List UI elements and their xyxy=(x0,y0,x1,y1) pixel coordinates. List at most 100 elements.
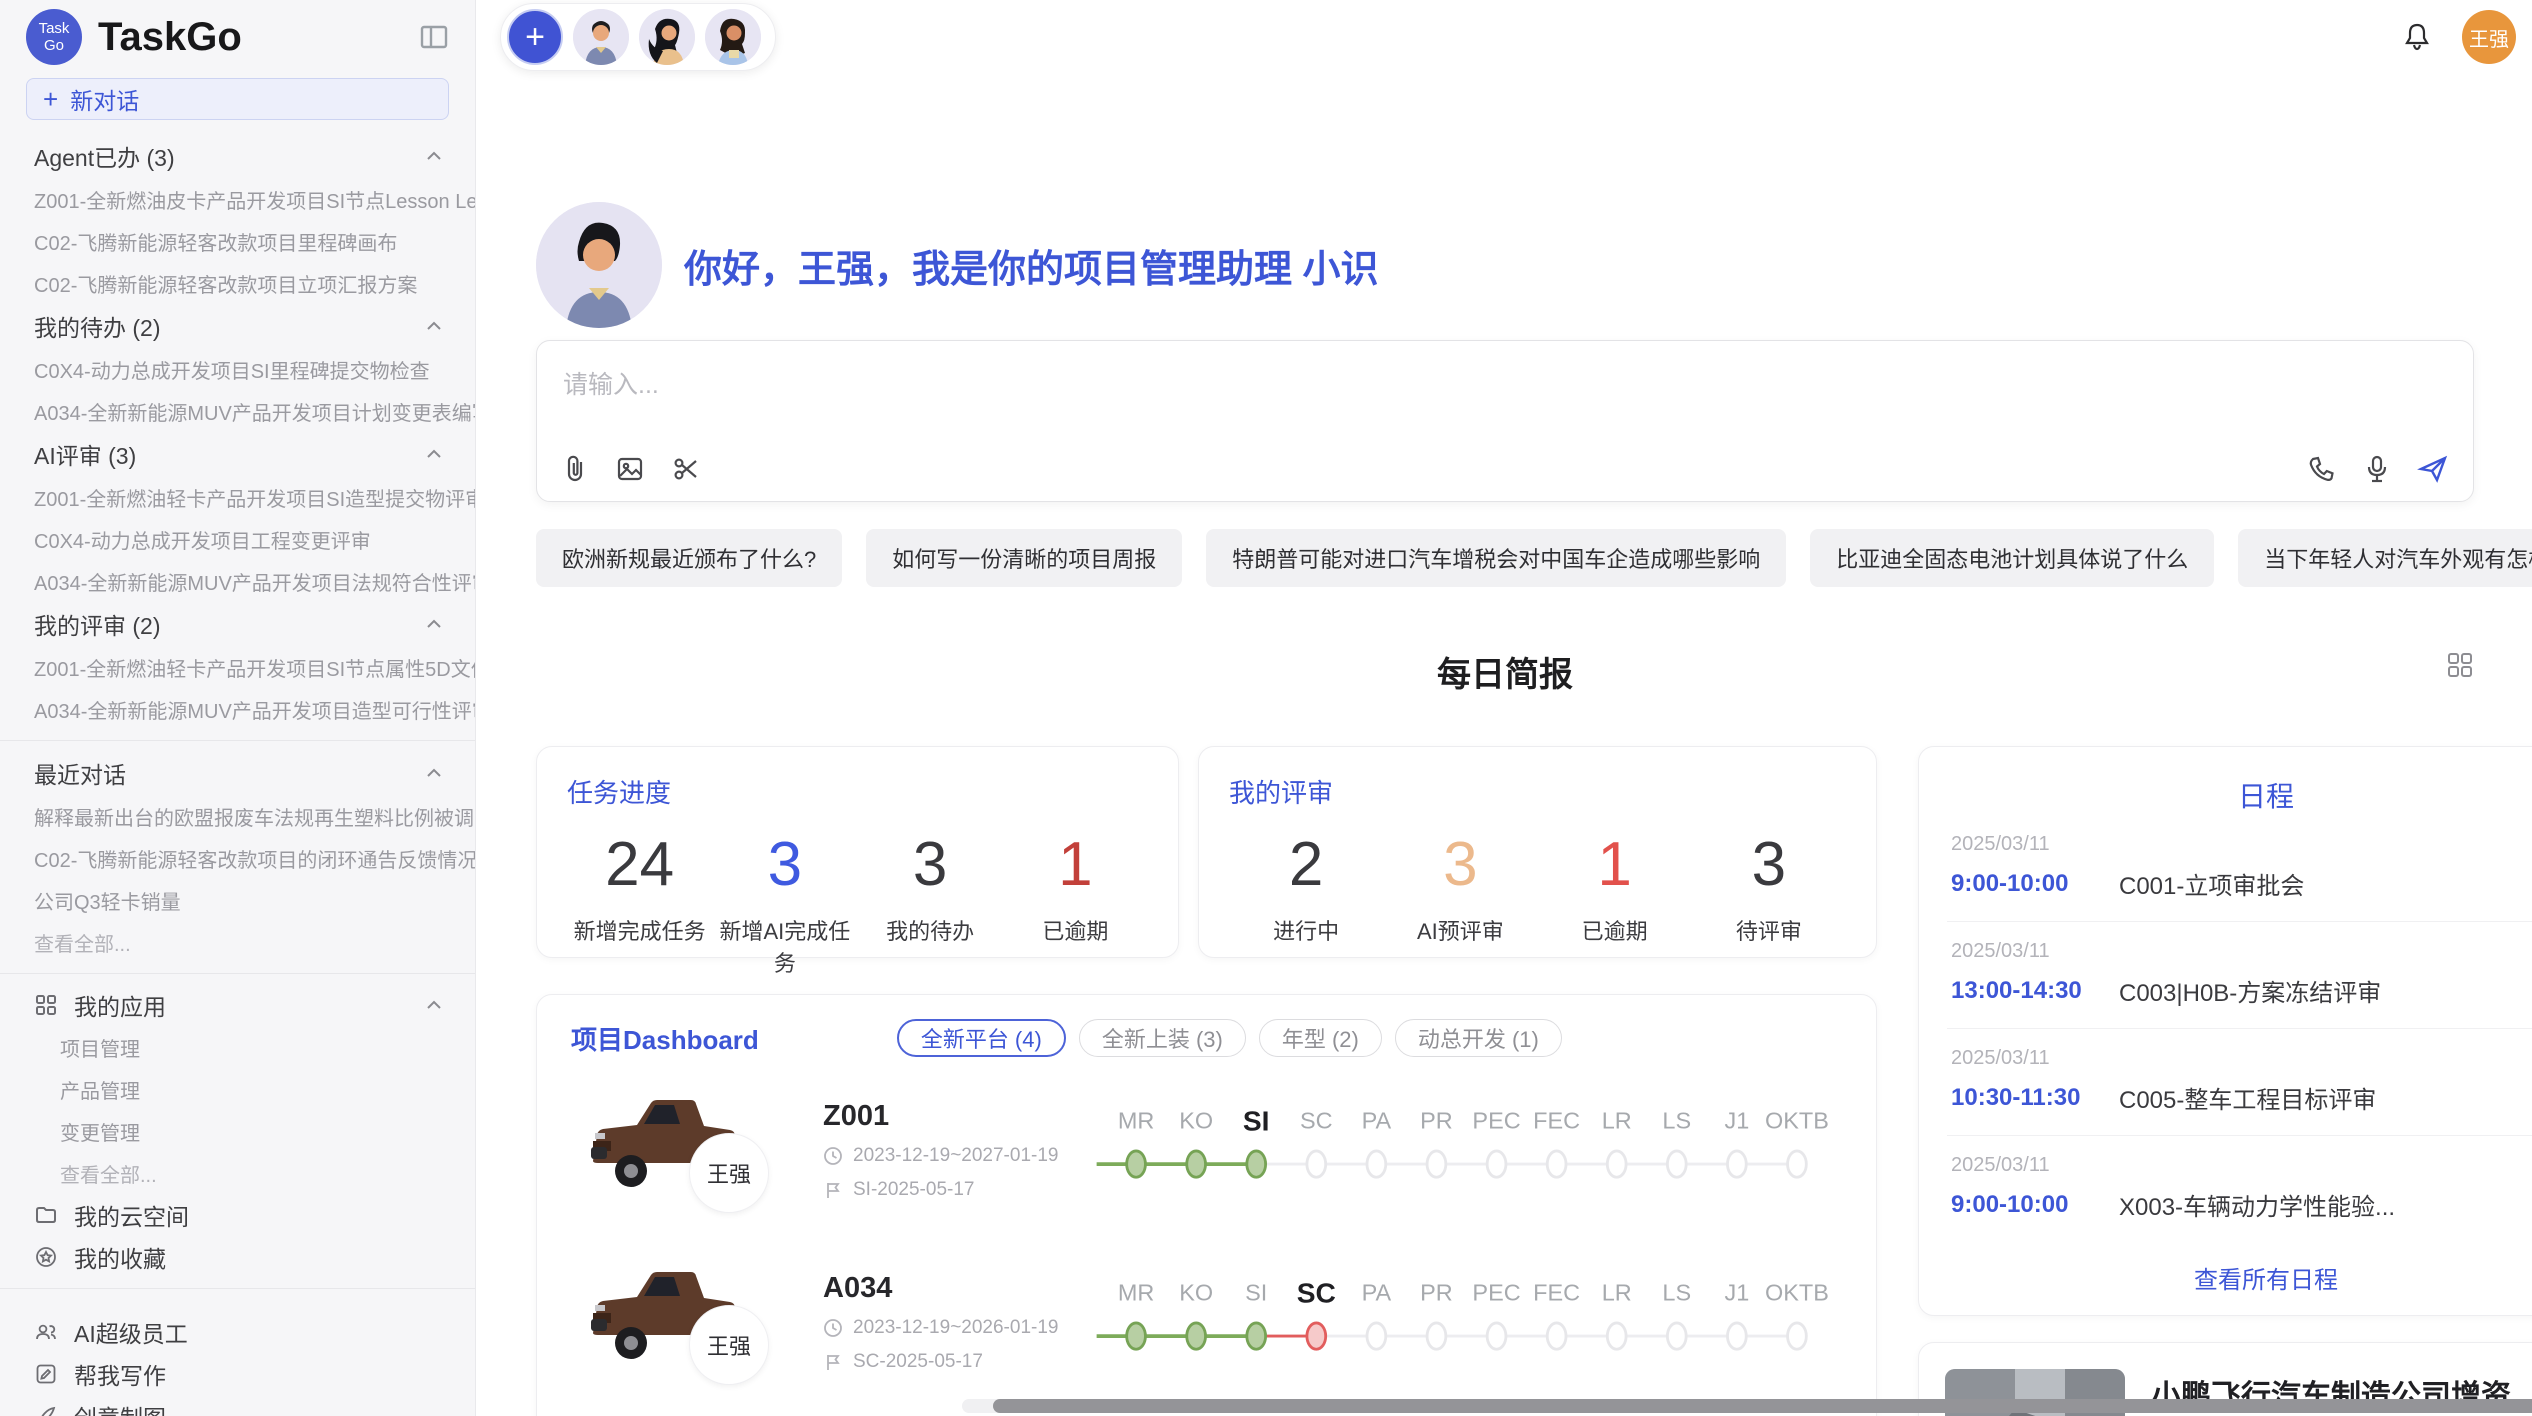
svg-text:OKTB: OKTB xyxy=(1765,1279,1829,1305)
image-upload-icon[interactable] xyxy=(615,454,645,484)
list-item[interactable]: C0X4-动力总成开发项目工程变更评审 xyxy=(0,518,475,560)
agent-avatar[interactable] xyxy=(705,9,761,65)
chevron-up-icon[interactable] xyxy=(423,145,445,167)
clock-icon xyxy=(823,1146,843,1166)
sidebar-item-help-write[interactable]: 帮我写作 xyxy=(0,1353,475,1395)
project-name[interactable]: Z001 xyxy=(823,1100,1091,1133)
scissors-icon[interactable] xyxy=(671,454,701,484)
view-all-apps[interactable]: 查看全部... xyxy=(0,1152,475,1194)
project-owner-avatar[interactable]: 王强 xyxy=(689,1305,769,1385)
horizontal-scrollbar-thumb[interactable] xyxy=(993,1399,2532,1413)
plus-icon: + xyxy=(43,84,58,115)
project-row[interactable]: 王强 Z001 2023-12-19~2027-01-19 SI-2025-05… xyxy=(571,1071,1842,1229)
star-badge-icon xyxy=(32,1245,60,1269)
daily-brief-header: 每日简报 xyxy=(536,647,2474,696)
stat-value: 3 xyxy=(1692,832,1846,898)
section-my-todo[interactable]: 我的待办 (2) xyxy=(0,304,475,348)
user-avatar[interactable]: 王强 xyxy=(2462,10,2516,64)
stat-value: 3 xyxy=(858,832,1003,898)
sidebar-item-ai-staff[interactable]: AI超级员工 xyxy=(0,1311,475,1353)
filter-tab[interactable]: 动总开发 (1) xyxy=(1395,1019,1562,1057)
filter-tab[interactable]: 全新上装 (3) xyxy=(1079,1019,1246,1057)
list-item[interactable]: A034-全新新能源MUV产品开发项目法规符合性评审 xyxy=(0,560,475,602)
list-item[interactable]: C0X4-动力总成开发项目SI里程碑提交物检查 xyxy=(0,348,475,390)
suggestion-chip[interactable]: 比亚迪全固态电池计划具体说了什么 xyxy=(1810,529,2214,587)
layout-grid-icon[interactable] xyxy=(2446,651,2474,679)
stat[interactable]: 1 已逾期 xyxy=(1538,832,1692,946)
chevron-up-icon[interactable] xyxy=(423,443,445,465)
list-item[interactable]: A034-全新新能源MUV产品开发项目造型可行性评审 xyxy=(0,688,475,730)
list-item[interactable]: A034-全新新能源MUV产品开发项目计划变更表编写 xyxy=(0,390,475,432)
filter-tab[interactable]: 全新平台 (4) xyxy=(897,1019,1066,1057)
filter-tab[interactable]: 年型 (2) xyxy=(1259,1019,1382,1057)
stat[interactable]: 3 新增AI完成任务 xyxy=(712,832,857,978)
project-flag-milestone: SI-2025-05-17 xyxy=(853,1179,974,1201)
divider xyxy=(0,740,475,741)
project-owner-avatar[interactable]: 王强 xyxy=(689,1133,769,1213)
app-link-product-mgmt[interactable]: 产品管理 xyxy=(0,1068,475,1110)
section-my-review[interactable]: 我的评审 (2) xyxy=(0,602,475,646)
sidebar-item-creative-draw[interactable]: 创意制图 xyxy=(0,1395,475,1416)
stat-label: 我的待办 xyxy=(858,914,1003,946)
svg-text:LR: LR xyxy=(1602,1107,1632,1133)
list-item[interactable]: 公司Q3轻卡销量 xyxy=(0,879,475,921)
svg-text:SC: SC xyxy=(1300,1107,1333,1133)
flag-icon xyxy=(823,1180,843,1200)
app-link-change-mgmt[interactable]: 变更管理 xyxy=(0,1110,475,1152)
sidebar-item-favorites[interactable]: 我的收藏 xyxy=(0,1236,475,1278)
agent-avatar[interactable] xyxy=(573,9,629,65)
send-icon[interactable] xyxy=(2417,453,2449,485)
sidebar-item-my-apps[interactable]: 我的应用 xyxy=(0,984,475,1026)
list-item[interactable]: C02-飞腾新能源轻客改款项目的闭环通告反馈情况 xyxy=(0,837,475,879)
view-all-schedule-link[interactable]: 查看所有日程 xyxy=(1947,1260,2532,1295)
stat[interactable]: 3 待评审 xyxy=(1692,832,1846,946)
sidebar-item-cloud-space[interactable]: 我的云空间 xyxy=(0,1194,475,1236)
svg-text:PA: PA xyxy=(1362,1279,1392,1305)
list-item[interactable]: C02-飞腾新能源轻客改款项目里程碑画布 xyxy=(0,220,475,262)
stat[interactable]: 3 AI预评审 xyxy=(1383,832,1537,946)
section-agent-done[interactable]: Agent已办 (3) xyxy=(0,134,475,178)
stat[interactable]: 24 新增完成任务 xyxy=(567,832,712,978)
project-name[interactable]: A034 xyxy=(823,1272,1091,1305)
project-row[interactable]: 王强 A034 2023-12-19~2026-01-19 SC-2025-05… xyxy=(571,1243,1842,1401)
new-chat-button[interactable]: + 新对话 xyxy=(26,78,449,120)
chevron-up-icon[interactable] xyxy=(423,762,445,784)
list-item[interactable]: 解释最新出台的欧盟报废车法规再生塑料比例被调至15%... xyxy=(0,795,475,837)
collapse-sidebar-icon[interactable] xyxy=(419,22,449,52)
chevron-up-icon[interactable] xyxy=(423,613,445,635)
svg-text:LS: LS xyxy=(1662,1279,1691,1305)
suggestion-chip[interactable]: 特朗普可能对进口汽车增税会对中国车企造成哪些影响 xyxy=(1206,529,1786,587)
view-all-chats[interactable]: 查看全部... xyxy=(0,921,475,963)
list-item[interactable]: C02-飞腾新能源轻客改款项目立项汇报方案 xyxy=(0,262,475,304)
section-recent-chats[interactable]: 最近对话 xyxy=(0,751,475,795)
stat[interactable]: 3 我的待办 xyxy=(858,832,1003,978)
stat[interactable]: 1 已逾期 xyxy=(1003,832,1148,978)
chevron-up-icon[interactable] xyxy=(423,994,445,1016)
notification-bell-icon[interactable] xyxy=(2400,20,2434,54)
svg-text:KO: KO xyxy=(1179,1107,1213,1133)
section-ai-review[interactable]: AI评审 (3) xyxy=(0,432,475,476)
agent-avatar[interactable] xyxy=(639,9,695,65)
chat-input[interactable]: 请输入... xyxy=(537,341,2473,453)
write-doc-icon xyxy=(32,1362,60,1386)
suggestion-chip[interactable]: 欧洲新规最近颁布了什么? xyxy=(536,529,842,587)
stat[interactable]: 2 进行中 xyxy=(1229,832,1383,946)
schedule-item: 2025/03/11 10:30-11:30 C005-整车工程目标评审 加入 xyxy=(1947,1029,2532,1136)
section-label: 我的评审 (2) xyxy=(34,607,161,641)
app-link-project-mgmt[interactable]: 项目管理 xyxy=(0,1026,475,1068)
attach-icon[interactable] xyxy=(561,454,589,484)
suggestion-chip[interactable]: 如何写一份清晰的项目周报 xyxy=(866,529,1182,587)
agent-avatar-group: + xyxy=(500,3,776,71)
add-agent-button[interactable]: + xyxy=(507,9,563,65)
horizontal-scrollbar-track[interactable] xyxy=(962,1399,2528,1413)
chevron-up-icon[interactable] xyxy=(423,315,445,337)
list-item[interactable]: Z001-全新燃油轻卡产品开发项目SI造型提交物评审 xyxy=(0,476,475,518)
suggestion-chip[interactable]: 当下年轻人对汽车外观有怎样的喜好趋势 xyxy=(2238,529,2532,587)
stat-label: 新增完成任务 xyxy=(567,914,712,946)
list-item[interactable]: Z001-全新燃油皮卡产品开发项目SI节点Lesson Learn报告 xyxy=(0,178,475,220)
microphone-icon[interactable] xyxy=(2363,454,2391,484)
list-item[interactable]: Z001-全新燃油轻卡产品开发项目SI节点属性5D文件评审 xyxy=(0,646,475,688)
phone-call-icon[interactable] xyxy=(2307,454,2337,484)
favorites-label: 我的收藏 xyxy=(74,1240,166,1274)
dashboard-title: 项目Dashboard xyxy=(571,1020,759,1057)
